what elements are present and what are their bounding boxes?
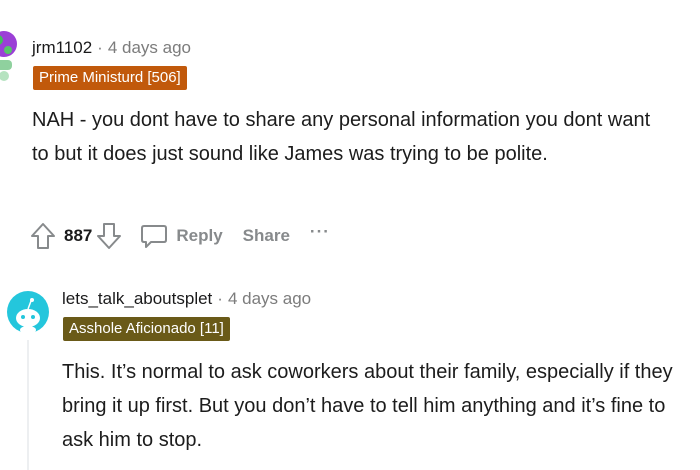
timestamp[interactable]: 4 days ago: [228, 289, 311, 308]
vote-count: 887: [64, 226, 93, 245]
reply-button[interactable]: Reply: [140, 222, 223, 250]
snoo-avatar-icon: [6, 291, 50, 338]
user-flair: Asshole Aficionado [11]: [63, 317, 230, 341]
share-button[interactable]: Share: [243, 226, 290, 246]
comment-actions: 887 Reply Share ···: [30, 218, 330, 254]
user-avatar[interactable]: [6, 290, 50, 334]
comment-header: lets_talk_aboutsplet · 4 days ago: [62, 289, 311, 309]
separator: ·: [97, 38, 103, 57]
comment-header: jrm1102 · 4 days ago: [32, 38, 191, 58]
username-link[interactable]: lets_talk_aboutsplet: [62, 289, 212, 308]
more-options-button[interactable]: ···: [310, 222, 330, 246]
arrow-up-icon: [30, 221, 56, 251]
comment-body: NAH - you dont have to share any persona…: [32, 109, 651, 165]
arrow-down-icon: [96, 221, 122, 251]
share-label: Share: [242, 226, 290, 245]
user-flair: Prime Ministurd [506]: [33, 66, 187, 90]
username-link[interactable]: jrm1102: [32, 38, 92, 57]
timestamp[interactable]: 4 days ago: [108, 38, 191, 57]
comment-body: This. It’s normal to ask coworkers about…: [62, 361, 673, 451]
comment-bubble-icon: [140, 222, 168, 250]
upvote-button[interactable]: [30, 221, 56, 251]
more-options-icon: ···: [309, 222, 330, 241]
thread-line[interactable]: [27, 340, 29, 470]
reply-label: Reply: [176, 226, 223, 245]
downvote-button[interactable]: [96, 221, 122, 251]
user-avatar[interactable]: [0, 30, 22, 82]
separator: ·: [217, 289, 223, 308]
